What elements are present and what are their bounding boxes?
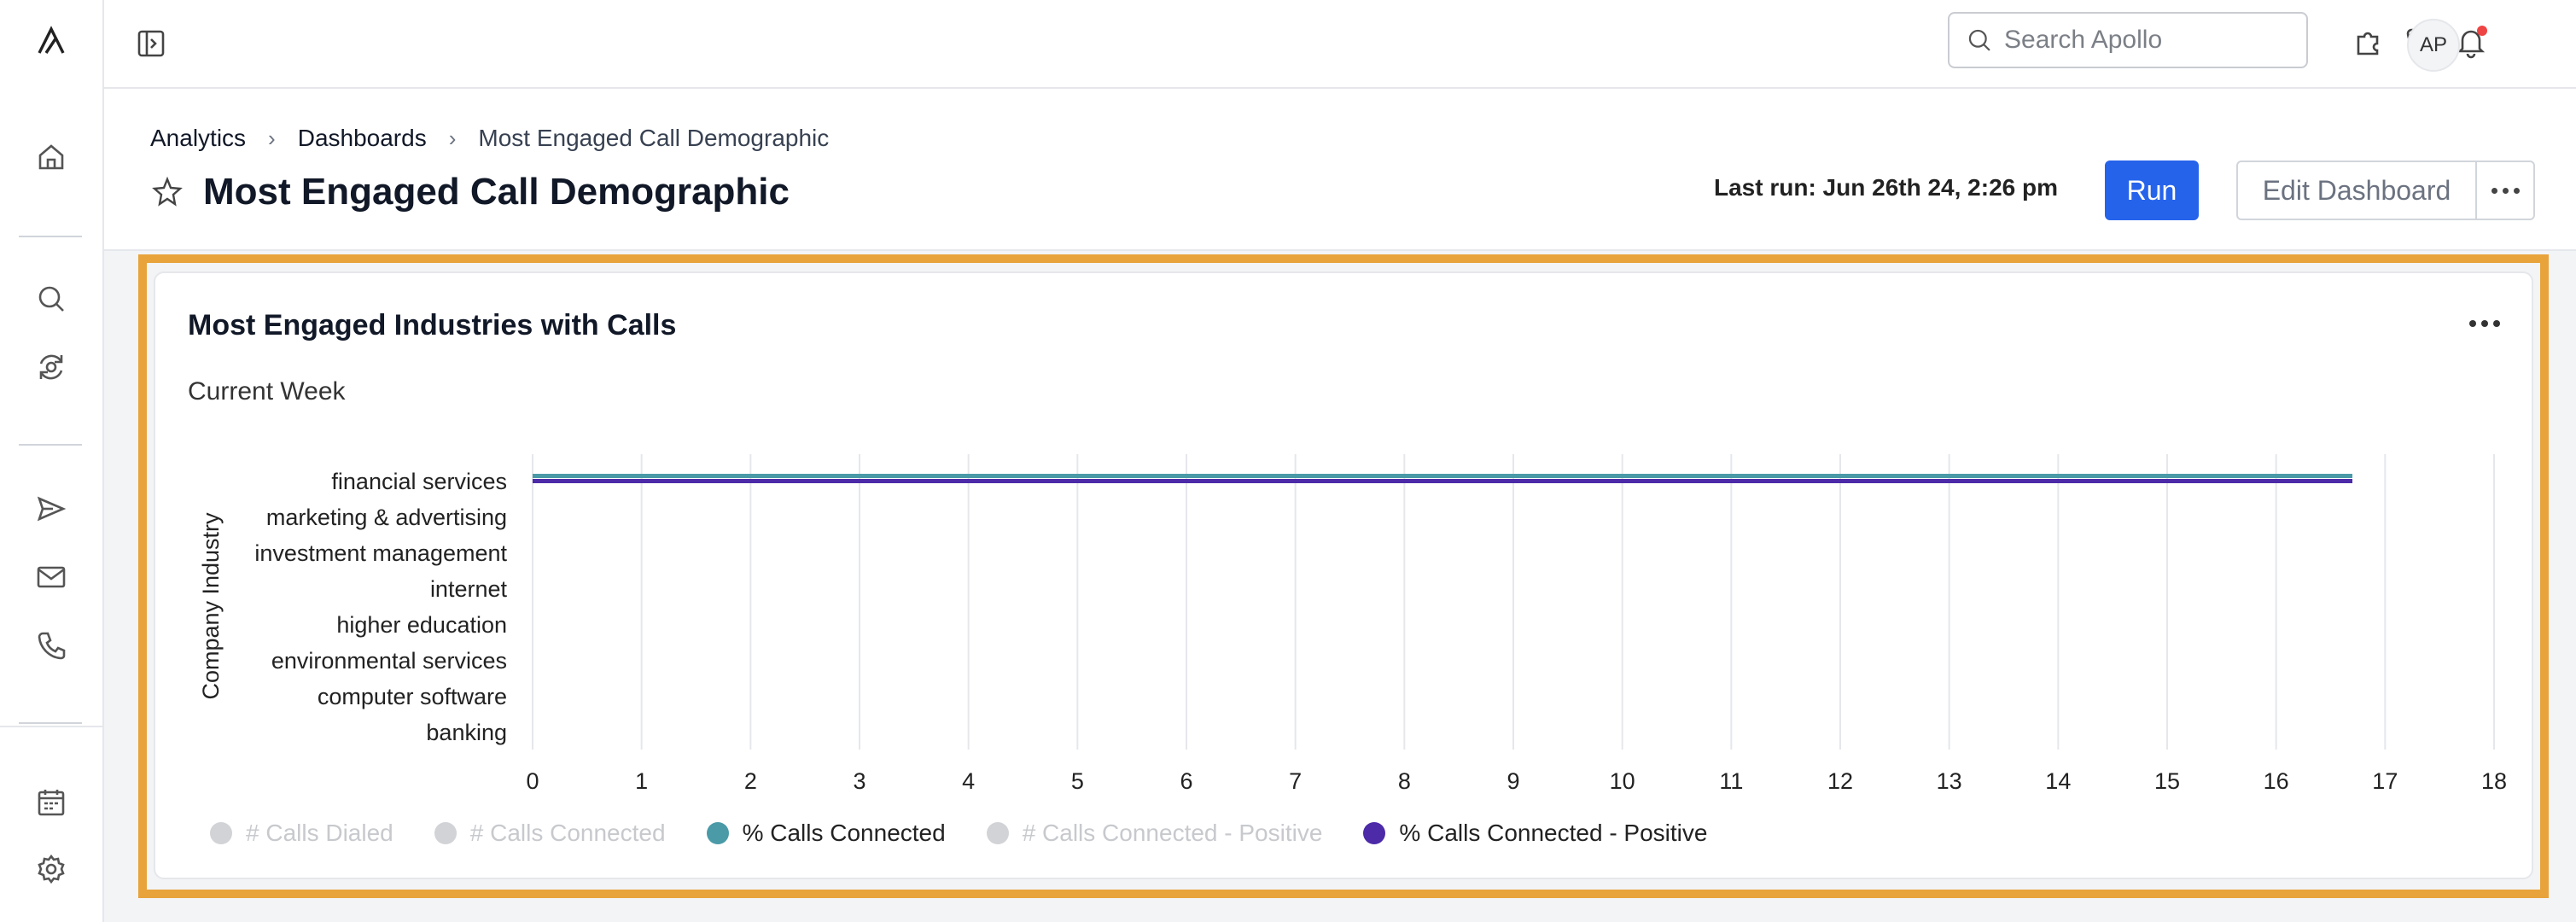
x-tick-label: 6 (1180, 768, 1192, 794)
legend-label: # Calls Connected (469, 820, 666, 846)
x-tick-label: 3 (853, 768, 865, 794)
x-tick-label: 7 (1289, 768, 1302, 794)
y-category-label: banking (426, 720, 507, 745)
legend-swatch (434, 822, 457, 844)
run-button[interactable]: Run (2105, 160, 2199, 220)
page-title: Most Engaged Call Demographic (203, 171, 790, 213)
edit-dashboard-button[interactable]: Edit Dashboard (2236, 160, 2477, 220)
breadcrumb-analytics[interactable]: Analytics (150, 125, 246, 152)
legend-item[interactable]: # Calls Connected - Positive (986, 820, 1323, 847)
extension-puzzle-icon[interactable] (2347, 20, 2390, 63)
nav-bottom-separator (0, 726, 104, 727)
y-category-label: computer software (318, 684, 507, 709)
legend-label: # Calls Dialed (246, 820, 393, 846)
chevron-right-icon: › (448, 125, 457, 151)
legend-swatch (210, 822, 232, 844)
legend-label: # Calls Connected - Positive (1022, 820, 1323, 846)
app-root: AP Analytics › Dashboards › Most Engaged… (0, 0, 2576, 922)
legend-label: % Calls Connected - Positive (1399, 820, 1708, 846)
dashboard-more-options-button[interactable] (2475, 160, 2535, 220)
phone-icon[interactable] (31, 625, 72, 666)
breadcrumb: Analytics › Dashboards › Most Engaged Ca… (150, 125, 829, 152)
y-category-label: financial services (331, 469, 507, 494)
y-category-label: environmental services (271, 648, 507, 674)
x-tick-label: 0 (526, 768, 539, 794)
global-search[interactable] (1948, 12, 2308, 68)
send-icon[interactable] (31, 488, 72, 529)
top-bar: AP (104, 0, 2576, 89)
last-run-timestamp: Last run: Jun 26th 24, 2:26 pm (1714, 174, 2058, 201)
calendar-icon[interactable] (31, 782, 72, 823)
mail-icon[interactable] (31, 557, 72, 598)
chart-legend: # Calls Dialed # Calls Connected % Calls C… (210, 820, 1748, 847)
breadcrumb-dashboards[interactable]: Dashboards (298, 125, 427, 152)
left-nav-rail (0, 0, 104, 922)
x-tick-label: 10 (1610, 768, 1635, 794)
legend-swatch (986, 822, 1009, 844)
chart-card: Most Engaged Industries with Calls Curre… (154, 271, 2533, 879)
sidebar-toggle-icon[interactable] (130, 22, 172, 65)
x-tick-label: 17 (2372, 768, 2398, 794)
y-axis-title: Company Industry (198, 512, 224, 700)
more-horizontal-icon (2491, 187, 2520, 194)
dashboard-header: Analytics › Dashboards › Most Engaged Ca… (104, 89, 2576, 251)
favorite-star-icon[interactable] (150, 175, 184, 209)
x-tick-label: 9 (1507, 768, 1519, 794)
search-icon[interactable] (31, 278, 72, 319)
x-tick-label: 1 (635, 768, 648, 794)
x-tick-label: 12 (1827, 768, 1853, 794)
x-tick-label: 2 (744, 768, 757, 794)
y-category-label: marketing & advertising (266, 505, 507, 530)
legend-label: % Calls Connected (742, 820, 946, 846)
breadcrumb-current: Most Engaged Call Demographic (478, 125, 830, 151)
notification-badge (2477, 26, 2487, 36)
bar--calls-connected-positive (533, 479, 2353, 483)
legend-item[interactable]: # Calls Dialed (210, 820, 393, 847)
x-tick-label: 5 (1071, 768, 1084, 794)
user-avatar[interactable]: AP (2407, 19, 2460, 72)
legend-item[interactable]: # Calls Connected (434, 820, 666, 847)
y-category-label: higher education (336, 612, 507, 638)
y-category-label: internet (430, 576, 508, 602)
bar--calls-connected (533, 474, 2353, 478)
x-tick-label: 16 (2264, 768, 2289, 794)
industry-bar-chart: 0 1 2 3 4 5 6 7 8 9 10 11 12 13 14 15 16 17 18financial se… (198, 454, 2507, 794)
x-tick-label: 8 (1398, 768, 1411, 794)
home-icon[interactable] (31, 137, 72, 178)
nav-divider (19, 444, 82, 446)
legend-swatch (706, 822, 729, 844)
x-tick-label: 18 (2481, 768, 2507, 794)
settings-gear-icon[interactable] (31, 849, 72, 890)
apollo-logo-icon[interactable] (31, 20, 72, 61)
title-row: Most Engaged Call Demographic (150, 171, 790, 213)
nav-divider (19, 236, 82, 237)
x-tick-label: 15 (2154, 768, 2180, 794)
x-tick-label: 13 (1937, 768, 1962, 794)
nav-divider (19, 722, 82, 724)
x-tick-label: 11 (1719, 768, 1743, 794)
x-tick-label: 14 (2045, 768, 2071, 794)
search-input[interactable] (2004, 26, 2294, 55)
refresh-search-icon[interactable] (31, 347, 72, 388)
y-category-label: investment management (254, 540, 507, 566)
legend-item[interactable]: % Calls Connected - Positive (1363, 820, 1707, 847)
chevron-right-icon: › (268, 125, 276, 151)
legend-item[interactable]: % Calls Connected (706, 820, 946, 847)
search-icon (1968, 29, 1990, 51)
x-tick-label: 4 (962, 768, 975, 794)
legend-swatch (1363, 822, 1386, 844)
